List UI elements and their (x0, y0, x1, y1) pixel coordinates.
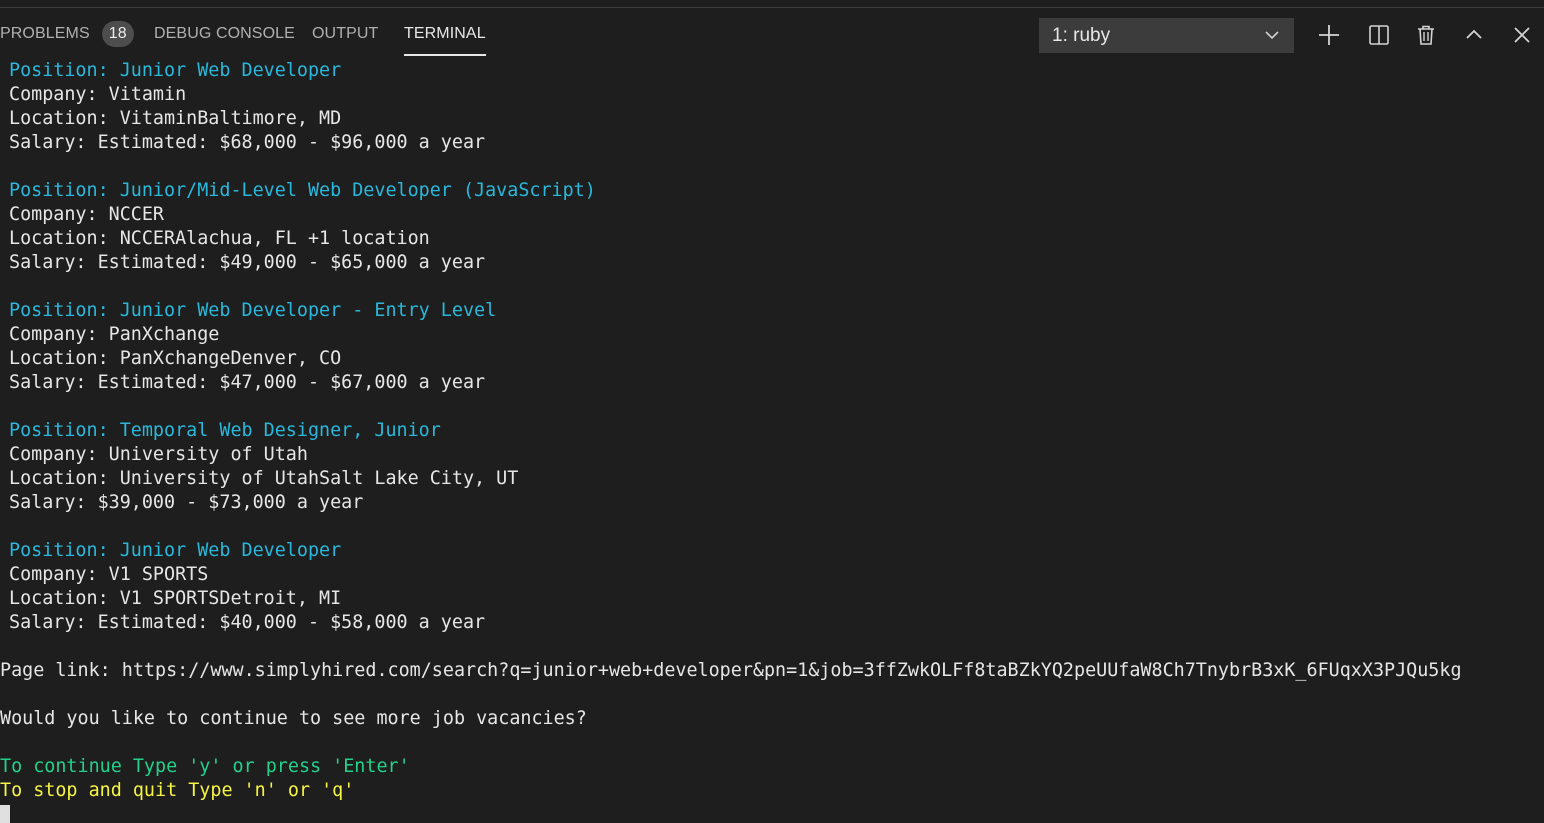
tab-terminal[interactable]: TERMINAL (404, 8, 486, 60)
chevron-up-icon (1466, 29, 1482, 39)
page-link: Page link: https://www.simplyhired.com/s… (0, 660, 1462, 681)
new-terminal-button[interactable] (1314, 20, 1344, 50)
terminal-cursor (0, 805, 10, 823)
tab-output[interactable]: OUTPUT (312, 8, 378, 60)
job-position: Position: Junior Web Developer - Entry L… (9, 300, 497, 321)
tab-problems-label: PROBLEMS (0, 25, 90, 42)
panel-header: PROBLEMS 18 DEBUG CONSOLE OUTPUT TERMINA… (0, 8, 1544, 60)
continue-question: Would you like to continue to see more j… (0, 708, 587, 729)
job-company: Company: PanXchange (9, 324, 220, 345)
job-position: Position: Temporal Web Designer, Junior (9, 420, 441, 441)
job-position: Position: Junior/Mid-Level Web Developer… (9, 180, 596, 201)
maximize-panel-button[interactable] (1459, 20, 1489, 50)
close-icon (1514, 27, 1530, 43)
trash-icon (1418, 25, 1434, 45)
job-salary: Salary: $39,000 - $73,000 a year (9, 492, 364, 513)
split-terminal-button[interactable] (1364, 20, 1394, 50)
terminal-select[interactable]: 1: ruby (1039, 18, 1294, 53)
problems-count-badge: 18 (101, 21, 134, 47)
job-salary: Salary: Estimated: $40,000 - $58,000 a y… (9, 612, 486, 633)
chevron-down-icon (1265, 31, 1279, 40)
tab-debug-console-label: DEBUG CONSOLE (154, 25, 295, 42)
job-salary: Salary: Estimated: $68,000 - $96,000 a y… (9, 132, 486, 153)
tab-terminal-label: TERMINAL (404, 25, 486, 42)
job-company: Company: NCCER (9, 204, 165, 225)
terminal-select-value: 1: ruby (1052, 24, 1111, 46)
job-location: Location: NCCERAlachua, FL +1 location (9, 228, 430, 249)
continue-hint: To continue Type 'y' or press 'Enter' (0, 756, 410, 777)
tab-debug-console[interactable]: DEBUG CONSOLE (154, 8, 295, 60)
job-location: Location: V1 SPORTSDetroit, MI (9, 588, 342, 609)
split-icon (1369, 25, 1389, 45)
job-salary: Salary: Estimated: $47,000 - $67,000 a y… (9, 372, 486, 393)
job-company: Company: University of Utah (9, 444, 308, 465)
job-company: Company: V1 SPORTS (9, 564, 209, 585)
job-location: Location: PanXchangeDenver, CO (9, 348, 342, 369)
terminal-output[interactable]: Position: Junior Web Developer Company: … (0, 59, 1544, 823)
quit-hint: To stop and quit Type 'n' or 'q' (0, 780, 355, 801)
job-location: Location: University of UtahSalt Lake Ci… (9, 468, 519, 489)
close-panel-button[interactable] (1507, 20, 1537, 50)
job-salary: Salary: Estimated: $49,000 - $65,000 a y… (9, 252, 486, 273)
plus-icon (1319, 25, 1339, 45)
window-top-edge (0, 0, 1544, 8)
job-company: Company: Vitamin (9, 84, 187, 105)
job-position: Position: Junior Web Developer (9, 540, 342, 561)
job-position: Position: Junior Web Developer (9, 60, 342, 81)
tab-problems[interactable]: PROBLEMS 18 (0, 8, 134, 60)
job-location: Location: VitaminBaltimore, MD (9, 108, 342, 129)
kill-terminal-button[interactable] (1411, 20, 1441, 50)
tab-output-label: OUTPUT (312, 25, 379, 42)
